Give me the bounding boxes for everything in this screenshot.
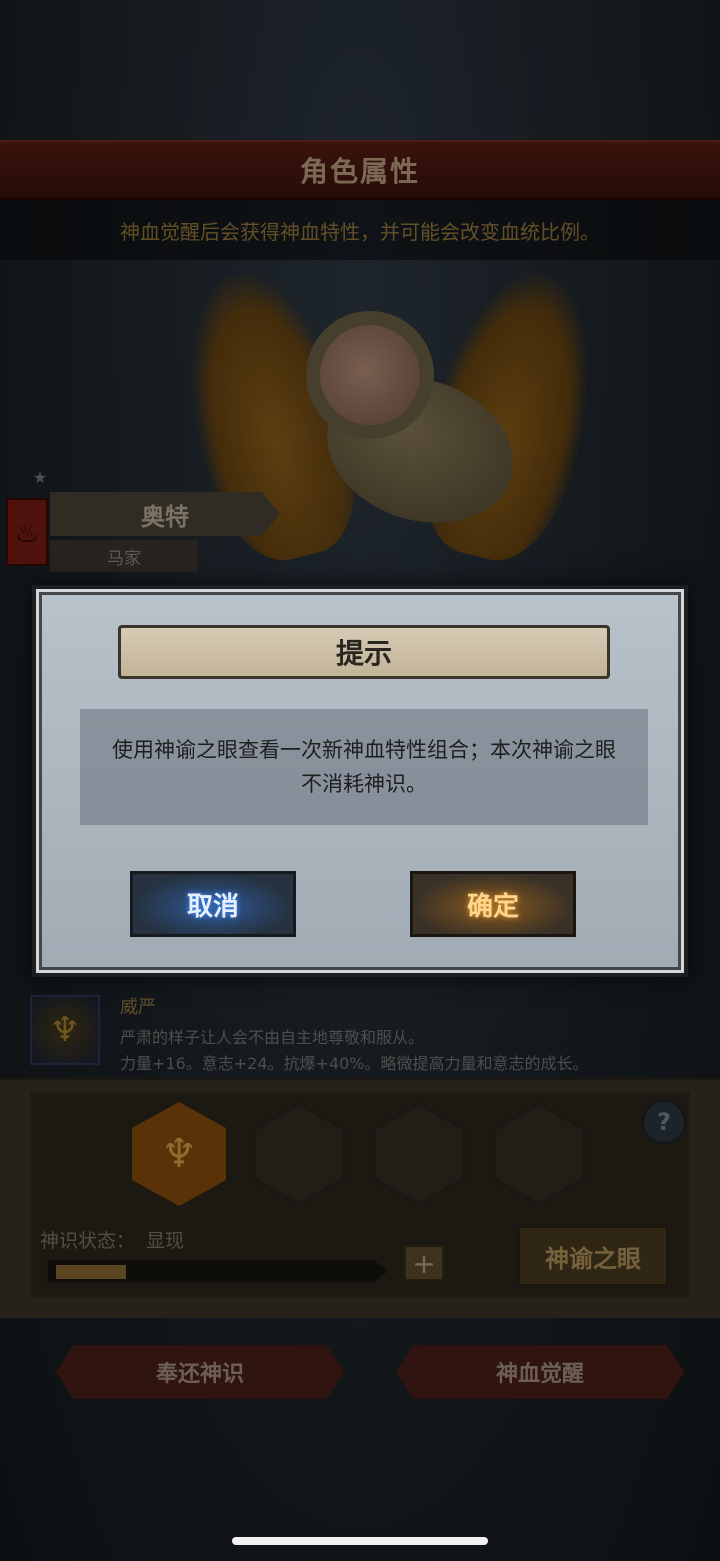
confirm-label: 确定 [466, 891, 519, 922]
cancel-button[interactable]: 取消 [130, 871, 296, 937]
dialog-message: 使用神谕之眼查看一次新神血特性组合；本次神谕之眼不消耗神识。 [112, 738, 616, 796]
confirm-dialog: 提示 使用神谕之眼查看一次新神血特性组合；本次神谕之眼不消耗神识。 取消 确定 [32, 585, 688, 977]
cancel-label: 取消 [186, 891, 239, 922]
confirm-button[interactable]: 确定 [410, 871, 576, 937]
dialog-title: 提示 [335, 637, 392, 670]
dialog-message-box: 使用神谕之眼查看一次新神血特性组合；本次神谕之眼不消耗神识。 [80, 709, 648, 825]
dialog-title-banner: 提示 [118, 625, 610, 679]
home-indicator[interactable] [232, 1537, 488, 1545]
